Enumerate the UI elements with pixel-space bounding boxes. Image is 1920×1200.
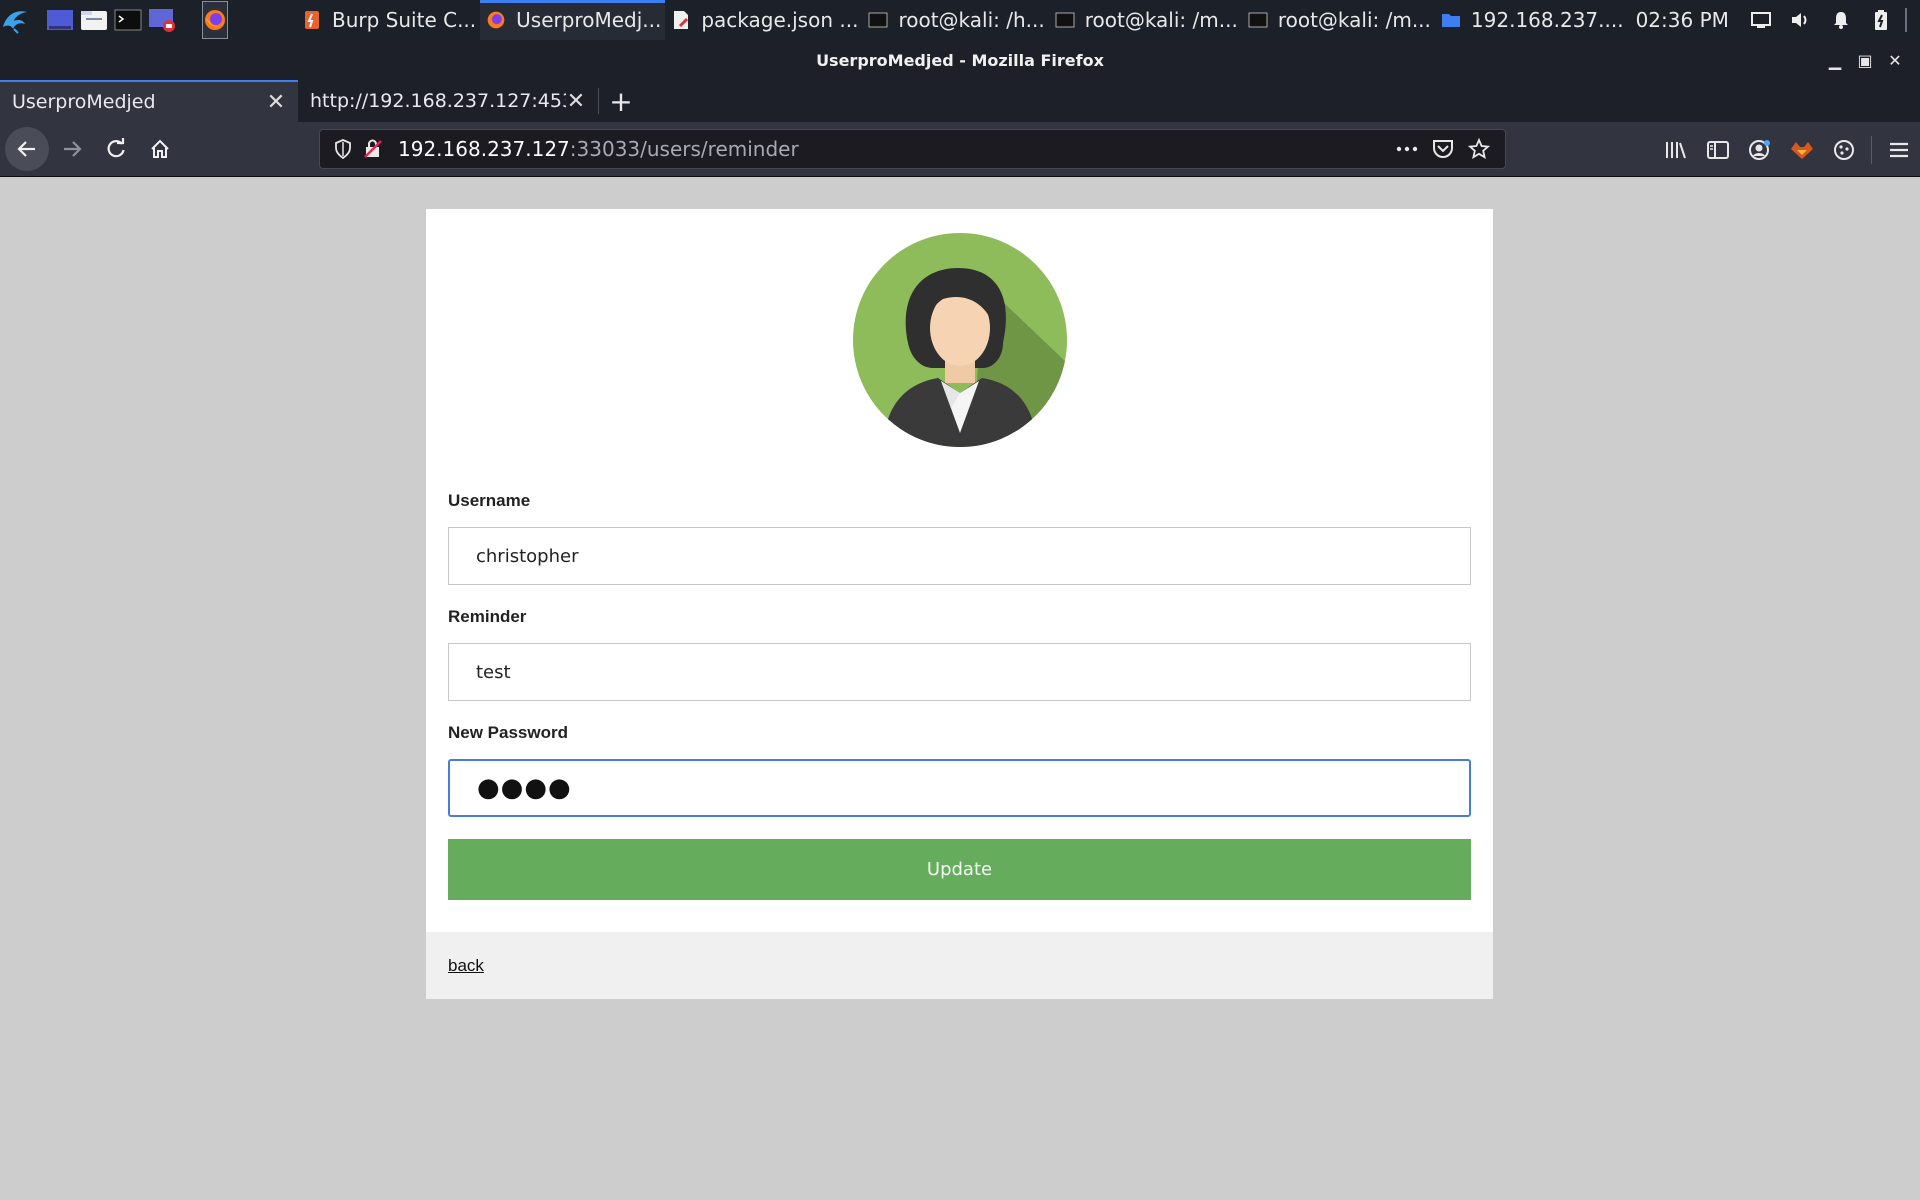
reminder-label: Reminder (448, 607, 527, 626)
burp-icon (302, 10, 322, 30)
foxyproxy-extension-icon[interactable] (1781, 130, 1823, 170)
window-title: UserproMedjed - Mozilla Firefox (816, 50, 1104, 70)
terminal-launcher-icon[interactable] (114, 5, 142, 35)
close-window-icon[interactable]: ✕ (1880, 51, 1910, 70)
taskbar-task-active[interactable]: UserproMedj... (480, 0, 666, 40)
tab-close-icon[interactable]: ✕ (566, 89, 586, 114)
task-label: root@kali: /m... (1277, 8, 1431, 32)
home-button[interactable] (139, 128, 181, 170)
card-footer: back (426, 932, 1493, 999)
library-icon[interactable] (1655, 130, 1697, 170)
file-manager-icon[interactable] (80, 5, 108, 35)
window-controls: ▁ ▣ ✕ (1820, 40, 1910, 80)
navigation-toolbar: 192.168.237.127:33033/users/reminder (0, 122, 1920, 177)
tab-userpromedjed[interactable]: UserproMedjed ✕ (0, 80, 298, 122)
text-editor-icon (671, 10, 691, 30)
task-label: package.json ... (701, 8, 859, 32)
sidebar-toggle-icon[interactable] (1697, 130, 1739, 170)
username-label: Username (448, 491, 531, 510)
tab-strip: UserproMedjed ✕ http://192.168.237.127:4… (0, 80, 1920, 122)
terminal-icon (1055, 10, 1075, 30)
clock[interactable]: 02:36 PM (1636, 8, 1729, 32)
firefox-launcher-icon[interactable] (202, 1, 228, 39)
taskbar-window-list: Burp Suite C... UserproMedj... package.j… (296, 0, 1628, 40)
insecure-lock-icon[interactable] (360, 136, 386, 162)
show-desktop-icon[interactable] (46, 5, 74, 35)
tab-url[interactable]: http://192.168.237.127:4533 ✕ (298, 80, 598, 122)
page-viewport: Username christopher Reminder test New P… (0, 178, 1920, 1200)
reminder-field[interactable]: test (448, 643, 1471, 701)
display-icon[interactable] (1749, 8, 1773, 32)
taskbar-task[interactable]: root@kali: /m... (1242, 0, 1435, 40)
tracking-protection-shield-icon[interactable] (330, 136, 356, 162)
taskbar-task[interactable]: Burp Suite C... (296, 0, 480, 40)
pocket-icon[interactable] (1425, 135, 1461, 163)
notifications-bell-icon[interactable] (1829, 8, 1853, 32)
taskbar-task[interactable]: 192.168.237.... (1435, 0, 1628, 40)
reminder-card: Username christopher Reminder test New P… (426, 209, 1493, 999)
reload-button[interactable] (95, 128, 137, 170)
cookie-extension-icon[interactable] (1823, 130, 1865, 170)
tab-label: http://192.168.237.127:4533 (310, 90, 566, 112)
taskbar-task[interactable]: root@kali: /h... (862, 0, 1048, 40)
task-label: UserproMedj... (516, 8, 662, 32)
window-titlebar: UserproMedjed - Mozilla Firefox ▁ ▣ ✕ (0, 40, 1920, 80)
task-label: root@kali: /h... (898, 8, 1045, 32)
url-path: :33033/users/reminder (569, 137, 799, 161)
url-host: 192.168.237.127 (398, 137, 570, 161)
reminder-form: Username christopher Reminder test New P… (426, 209, 1493, 932)
new-password-field[interactable]: ●●●● (448, 759, 1471, 817)
new-password-label: New Password (448, 723, 568, 742)
update-button[interactable]: Update (448, 839, 1471, 900)
volume-icon[interactable] (1789, 8, 1813, 32)
bookmark-star-icon[interactable] (1461, 135, 1497, 163)
toolbar-right (1655, 122, 1920, 177)
url-text[interactable]: 192.168.237.127:33033/users/reminder (398, 137, 1389, 161)
firefox-icon (486, 10, 506, 30)
kali-menu-icon[interactable] (0, 0, 30, 40)
task-label: Burp Suite C... (332, 8, 477, 32)
account-icon[interactable] (1739, 130, 1781, 170)
password-mask: ●●●● (477, 773, 572, 803)
tab-close-icon[interactable]: ✕ (266, 90, 286, 115)
back-link[interactable]: back (448, 956, 484, 976)
reminder-value: test (476, 661, 511, 683)
task-label: 192.168.237.... (1470, 8, 1624, 32)
minimize-icon[interactable]: ▁ (1820, 51, 1850, 70)
forward-button[interactable] (51, 128, 93, 170)
page-actions-menu-icon[interactable] (1389, 135, 1425, 163)
system-tray (1741, 8, 1920, 32)
update-button-label: Update (926, 859, 993, 880)
avatar-container (448, 233, 1471, 447)
battery-icon[interactable] (1869, 8, 1893, 32)
task-label: root@kali: /m... (1084, 8, 1238, 32)
terminal-icon (868, 10, 888, 30)
address-bar[interactable]: 192.168.237.127:33033/users/reminder (319, 129, 1506, 169)
toolbar-separator (1871, 135, 1872, 164)
screen-recorder-icon[interactable] (148, 5, 176, 35)
new-tab-icon[interactable]: + (599, 80, 643, 122)
username-value: christopher (476, 545, 579, 567)
system-taskbar: Burp Suite C... UserproMedj... package.j… (0, 0, 1920, 40)
avatar (852, 233, 1067, 447)
taskbar-task[interactable]: package.json ... (665, 0, 862, 40)
back-button[interactable] (5, 127, 49, 171)
folder-icon (1441, 10, 1461, 30)
username-field[interactable]: christopher (448, 527, 1471, 585)
hamburger-menu-icon[interactable] (1878, 130, 1920, 170)
maximize-icon[interactable]: ▣ (1850, 51, 1880, 70)
taskbar-task[interactable]: root@kali: /m... (1049, 0, 1242, 40)
tab-label: UserproMedjed (12, 91, 156, 113)
terminal-icon (1248, 10, 1268, 30)
tray-separator (1904, 8, 1907, 32)
page-actions (1389, 135, 1497, 163)
